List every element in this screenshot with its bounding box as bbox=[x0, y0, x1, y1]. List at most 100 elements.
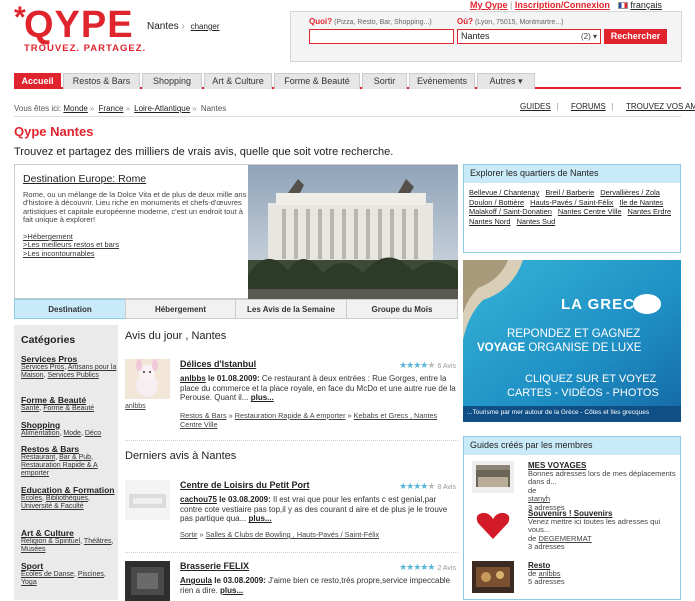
what-label: Quoi? (Pizza, Resto, Bar, Shopping...) bbox=[309, 17, 432, 26]
user-avatar[interactable] bbox=[125, 359, 170, 399]
category-heading[interactable]: Education & Formation bbox=[21, 486, 117, 495]
derniers-avis-title: Derniers avis à Nantes bbox=[125, 450, 237, 462]
review-item: Centre de Loisirs du Petit Port ★★★★★ 8 A… bbox=[125, 480, 458, 542]
forums-link[interactable]: FORUMS bbox=[571, 102, 606, 111]
tab-groupe-mois[interactable]: Groupe du Mois bbox=[346, 299, 458, 319]
place-name[interactable]: Centre de Loisirs du Petit Port bbox=[180, 480, 310, 490]
quartier-link[interactable]: Breil / Barberie bbox=[545, 188, 594, 197]
current-city: Nantes › changer bbox=[147, 21, 220, 32]
breadcrumb-loire[interactable]: Loire-Atlantique bbox=[134, 104, 190, 113]
link-incontournables[interactable]: >Les incontournables bbox=[23, 249, 119, 258]
tab-hebergement[interactable]: Hébergement bbox=[125, 299, 236, 319]
review-text: cachou75 le 03.08.2009: Il est vrai que … bbox=[180, 495, 448, 524]
category-heading[interactable]: Art & Culture bbox=[21, 529, 117, 538]
guide-item[interactable]: Resto de anlbbs 5 adresses bbox=[472, 561, 677, 599]
quartiers-list: Bellevue / Chantenay Breil / Barberie De… bbox=[469, 188, 679, 226]
tab-art-culture[interactable]: Art & Culture bbox=[204, 73, 272, 89]
my-qype-link[interactable]: My Qype bbox=[470, 0, 508, 10]
guide-item[interactable]: MES VOYAGES Bonnes adresses lors de mes … bbox=[472, 461, 677, 511]
review-text: Angoula le 03.08.2009: J'aime bien ce re… bbox=[180, 576, 451, 595]
quartier-link[interactable]: Nantes Erdre bbox=[628, 207, 672, 216]
member-guides-box: Guides créés par les membres MES VOYAGES… bbox=[463, 436, 681, 600]
greece-ad-banner[interactable]: LA GRECE REPONDEZ ET GAGNEZ VOYAGE ORGAN… bbox=[463, 260, 681, 422]
qype-logo[interactable]: * QYPE TROUVEZ. PARTAGEZ. bbox=[14, 1, 146, 57]
find-friends-link[interactable]: TROUVEZ VOS AMIS bbox=[626, 102, 695, 111]
guides-link[interactable]: GUIDES bbox=[520, 102, 551, 111]
destination-title[interactable]: Destination Europe: Rome bbox=[23, 173, 146, 185]
divider bbox=[14, 116, 681, 117]
quartier-link[interactable]: Nantes Centre Ville bbox=[558, 207, 622, 216]
quartier-link[interactable]: Hauts-Pavés / Saint-Félix bbox=[530, 198, 613, 207]
guide-thumbnail bbox=[472, 561, 514, 593]
city-name: Nantes bbox=[147, 21, 179, 32]
place-thumbnail[interactable] bbox=[125, 480, 170, 520]
dolphin-icon bbox=[633, 294, 661, 314]
category-heading[interactable]: Services Pros bbox=[21, 355, 117, 364]
quartier-link[interactable]: Doulon / Bottière bbox=[469, 198, 524, 207]
review-item: Brasserie FELIX ★★★★★ 2 Avis Angoula le 0… bbox=[125, 561, 458, 601]
category-group: Services Pros Services Pros, Artisans po… bbox=[21, 354, 117, 380]
categories-title: Catégories bbox=[21, 334, 76, 346]
tab-destination[interactable]: Destination bbox=[14, 299, 126, 319]
guide-item[interactable]: Souvenirs ! Souvenirs Venez mettre ici t… bbox=[472, 509, 677, 551]
tab-evenements[interactable]: Evénements bbox=[409, 73, 475, 89]
guides-title: Guides créés par les membres bbox=[464, 437, 680, 455]
quartier-link[interactable]: Bellevue / Chantenay bbox=[469, 188, 539, 197]
avatar-username[interactable]: anlbbs bbox=[125, 403, 146, 410]
tab-avis-semaine[interactable]: Les Avis de la Semaine bbox=[235, 299, 347, 319]
quartier-link[interactable]: Nantes Sud bbox=[517, 217, 556, 226]
breadcrumb-nantes: Nantes bbox=[200, 104, 227, 113]
category-group: Sport Ecoles de Danse, Piscines, Yoga bbox=[21, 562, 117, 587]
rome-photo[interactable] bbox=[248, 165, 458, 299]
destination-description[interactable]: Rome, ou un mélange de la Dolce Vita et … bbox=[23, 190, 248, 225]
what-input[interactable] bbox=[309, 29, 454, 44]
page-title: Qype Nantes bbox=[14, 124, 94, 139]
main-nav: Accueil Restos & Bars Shopping Art & Cul… bbox=[14, 73, 681, 89]
quartier-link[interactable]: Nantes Nord bbox=[469, 217, 511, 226]
quartier-link[interactable]: Dervallières / Zola bbox=[600, 188, 660, 197]
place-name[interactable]: Brasserie FELIX bbox=[180, 561, 249, 571]
guide-desc: Venez mettre ici toutes les adresses qui… bbox=[528, 517, 661, 552]
rating-stars: ★★★★★ 6 Avis bbox=[399, 360, 456, 370]
utility-links: GUIDES| FORUMS| TROUVEZ VOS AMIS bbox=[510, 102, 695, 111]
avis-jour-title: Avis du jour , Nantes bbox=[125, 330, 227, 342]
search-button[interactable]: Rechercher bbox=[604, 29, 667, 44]
place-thumbnail[interactable] bbox=[125, 561, 170, 601]
logo-wordmark: QYPE bbox=[24, 4, 134, 46]
destination-box: Destination Europe: Rome Rome, ou un mél… bbox=[14, 164, 458, 299]
language-link[interactable]: français bbox=[630, 0, 662, 10]
destination-tabs: Destination Hébergement Les Avis de la S… bbox=[14, 299, 458, 319]
tab-shopping[interactable]: Shopping bbox=[142, 73, 202, 89]
tab-sortir[interactable]: Sortir bbox=[362, 73, 407, 89]
page-subtitle: Trouvez et partagez des milliers de vrai… bbox=[14, 146, 394, 158]
tab-forme-beaute[interactable]: Forme & Beauté bbox=[274, 73, 360, 89]
tab-accueil[interactable]: Accueil bbox=[14, 73, 61, 89]
guide-desc: de anlbbs 5 adresses bbox=[528, 569, 565, 587]
place-name[interactable]: Délices d'Istanbul bbox=[180, 359, 256, 369]
tab-autres[interactable]: Autres ▾ bbox=[477, 73, 535, 89]
divider bbox=[125, 552, 458, 553]
tab-restos-bars[interactable]: Restos & Bars bbox=[63, 73, 140, 89]
destination-links: >Hébergement >Les meilleurs restos et ba… bbox=[23, 232, 119, 258]
where-input[interactable]: Nantes (2) ▾ bbox=[457, 29, 601, 44]
guide-desc: Bonnes adresses lors de mes déplacements… bbox=[528, 469, 676, 512]
review-item: anlbbs Délices d'Istanbul ★★★★★ 6 Avis an… bbox=[125, 359, 458, 431]
breadcrumb-france[interactable]: France bbox=[99, 104, 124, 113]
ad-line-4: CARTES - VIDÉOS - PHOTOS bbox=[507, 387, 659, 399]
guide-thumbnail bbox=[472, 461, 514, 493]
category-group: Forme & Beauté Santé, Forme & Beauté bbox=[21, 396, 117, 413]
top-links: My Qype | Inscription/Connexion français bbox=[470, 0, 662, 10]
category-group: Shopping Alimentation, Mode, Déco bbox=[21, 421, 117, 438]
categories-sidebar: Catégories Services Pros Services Pros, … bbox=[14, 325, 118, 600]
category-heading[interactable]: Forme & Beauté bbox=[21, 396, 117, 405]
category-group: Education & Formation Ecoles, Bibliothèq… bbox=[21, 486, 117, 511]
breadcrumb-monde[interactable]: Monde bbox=[63, 104, 87, 113]
quartier-link[interactable]: Ile de Nantes bbox=[620, 198, 664, 207]
category-group: Art & Culture Religion & Spirituel, Théâ… bbox=[21, 529, 117, 554]
category-heading[interactable]: Shopping bbox=[21, 421, 117, 430]
signup-link[interactable]: Inscription/Connexion bbox=[515, 0, 610, 10]
quartier-link[interactable]: Malakoff / Saint-Donatien bbox=[469, 207, 552, 216]
category-heading[interactable]: Restos & Bars bbox=[21, 445, 117, 454]
category-heading[interactable]: Sport bbox=[21, 562, 117, 571]
change-city-link[interactable]: changer bbox=[191, 22, 220, 31]
